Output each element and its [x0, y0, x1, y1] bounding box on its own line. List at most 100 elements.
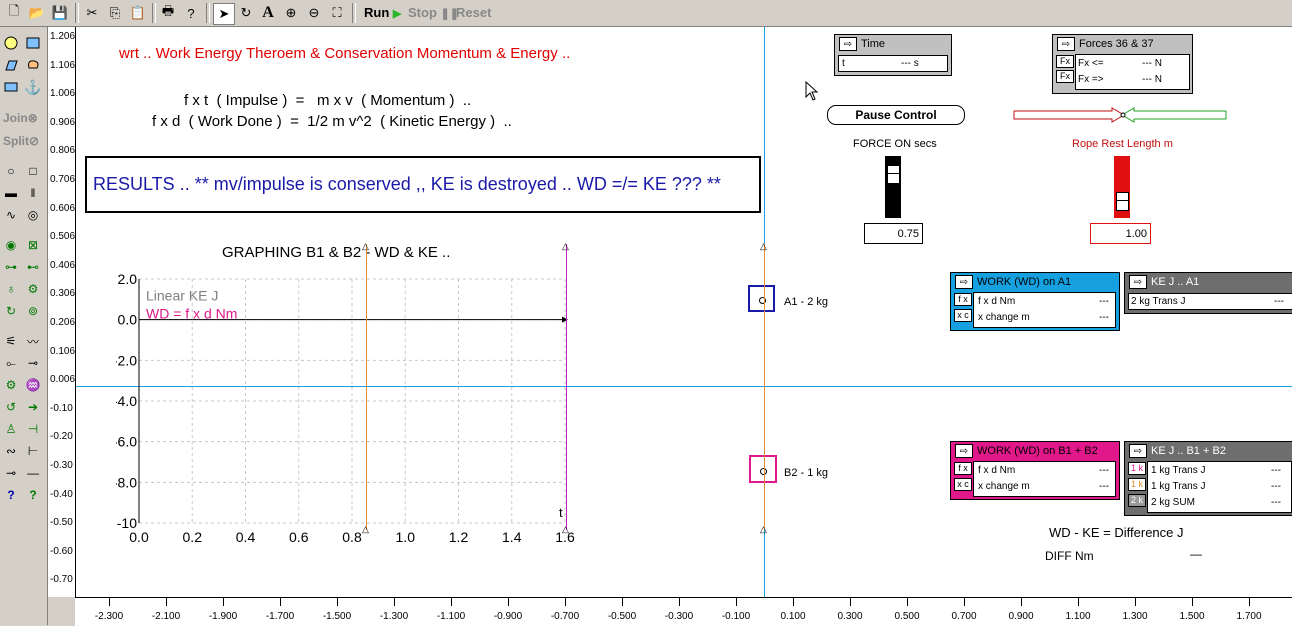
- work-b-fd-label: f x d Nm: [978, 465, 1016, 476]
- cut-icon[interactable]: ✂: [82, 3, 102, 23]
- ke-tag: 1 k: [1128, 478, 1146, 491]
- rope-constraint-icon[interactable]: ⟜: [2, 354, 20, 372]
- help-icon[interactable]: ?: [181, 3, 201, 23]
- pin-joint-icon[interactable]: ◉: [2, 236, 20, 254]
- curved-slot-icon[interactable]: ♁: [2, 280, 20, 298]
- fx-tag: f x: [954, 293, 972, 306]
- text-tool-icon[interactable]: A: [258, 3, 278, 23]
- ruler-tick-label: -0.30: [50, 460, 73, 471]
- ruler-tick: [1135, 598, 1136, 606]
- time-meter-title: Time: [861, 38, 886, 50]
- paste-icon[interactable]: 📋: [128, 3, 148, 23]
- work-a1-meter[interactable]: ⇨ WORK (WD) on A1 f x x c f x d Nm --- x…: [950, 272, 1120, 331]
- print-icon[interactable]: 🖶: [158, 3, 178, 23]
- anchor-icon[interactable]: ⚓: [24, 78, 42, 96]
- keyed-curved-slot-icon[interactable]: ⚙: [24, 280, 42, 298]
- ruler-tick-label: -0.20: [50, 431, 73, 443]
- damper-icon[interactable]: ◎: [24, 206, 42, 224]
- arrow-right-icon[interactable]: ⇨: [955, 275, 973, 289]
- ke-a1-trans-label: 2 kg Trans J: [1131, 296, 1186, 307]
- join-button[interactable]: Join⊗: [3, 111, 38, 125]
- motor-constraint-icon[interactable]: ♒: [24, 376, 42, 394]
- triangle-marker-icon: △: [562, 524, 569, 534]
- square-tool-icon[interactable]: [2, 78, 20, 96]
- open-folder-icon[interactable]: 📂: [27, 3, 47, 23]
- rotate-icon[interactable]: ↻: [236, 3, 256, 23]
- arrow-right-icon[interactable]: ⇨: [955, 444, 973, 458]
- pointer-icon[interactable]: ➤: [213, 3, 235, 25]
- actuator-icon[interactable]: ➔: [24, 398, 42, 416]
- force-on-slider-thumb[interactable]: [887, 165, 900, 184]
- x-tick-label: 1.2: [449, 529, 469, 545]
- zoom-out-icon[interactable]: ⊖: [304, 3, 324, 23]
- spring-constraint-icon[interactable]: ⚟: [2, 332, 20, 350]
- circle-tool-icon[interactable]: [2, 34, 20, 52]
- slot-joint-icon[interactable]: ⊶: [2, 258, 20, 276]
- reset-button[interactable]: Reset: [456, 5, 491, 20]
- help-green-icon[interactable]: ?: [24, 486, 42, 504]
- keyed-slot-icon[interactable]: ⊷: [24, 258, 42, 276]
- help-question-icon[interactable]: ?: [2, 486, 20, 504]
- zoom-in-icon[interactable]: ⊕: [281, 3, 301, 23]
- copy-icon[interactable]: ⎘: [105, 3, 125, 23]
- rotation-motor-icon[interactable]: ↺: [2, 398, 20, 416]
- ruler-tick-label: -0.10: [50, 402, 73, 414]
- separator-icon[interactable]: ∾: [2, 442, 20, 460]
- ke-tag: 1 k: [1128, 462, 1146, 475]
- pause-control-button[interactable]: Pause Control: [827, 105, 965, 125]
- rod-icon[interactable]: ▬: [2, 184, 20, 202]
- gear-icon[interactable]: ⚙: [2, 376, 20, 394]
- ruler-tick-label: 0.300: [837, 611, 863, 622]
- rope-slider-thumb[interactable]: [1116, 192, 1129, 211]
- motor-icon[interactable]: ↻: [2, 302, 20, 320]
- ke-tag: 2 k: [1128, 494, 1146, 507]
- triangle-marker-icon: △: [562, 241, 569, 251]
- rope-icon[interactable]: ‖: [24, 184, 42, 202]
- arrow-right-icon[interactable]: ⇨: [1057, 37, 1075, 51]
- workspace-canvas[interactable]: wrt .. Work Energy Theroem & Conservatio…: [76, 27, 1292, 597]
- text-box-icon[interactable]: —: [24, 464, 42, 482]
- run-button[interactable]: Run ▶: [364, 5, 401, 20]
- ke-a1-meter[interactable]: ⇨ KE J .. A1 2 kg Trans J ---: [1124, 272, 1292, 314]
- rigid-joint-icon[interactable]: ⊠: [24, 236, 42, 254]
- slider-control-icon[interactable]: ⊸: [2, 464, 20, 482]
- pulley-icon[interactable]: ⊸: [24, 354, 42, 372]
- force-icon[interactable]: ♙: [2, 420, 20, 438]
- ruler-tick-label: 1.500: [1179, 611, 1205, 622]
- x-tick-label: 1.0: [396, 529, 416, 545]
- arrow-right-icon[interactable]: ⇨: [1129, 444, 1147, 458]
- forces-meter[interactable]: ⇨ Forces 36 & 37 Fx Fx Fx <= --- N Fx =>…: [1052, 34, 1193, 94]
- point-element-icon[interactable]: ○: [2, 162, 20, 180]
- zoom-fit-icon[interactable]: ⛶: [327, 3, 347, 23]
- x-tick-label: 0.6: [289, 529, 309, 545]
- rectangle-tool-icon[interactable]: [24, 34, 42, 52]
- damper-constraint-icon[interactable]: 〰: [24, 332, 42, 350]
- button-control-icon[interactable]: ⊢: [24, 442, 42, 460]
- rotational-spring-icon[interactable]: ⊚: [24, 302, 42, 320]
- ruler-tick-label: 0.506: [50, 231, 76, 243]
- spring-icon[interactable]: ∿: [2, 206, 20, 224]
- work-a1-xc-label: x change m: [978, 312, 1030, 323]
- polygon-tool-icon[interactable]: [2, 56, 20, 74]
- work-b-meter[interactable]: ⇨ WORK (WD) on B1 + B2 f x x c f x d Nm …: [950, 441, 1120, 500]
- arrow-right-icon[interactable]: ⇨: [839, 37, 857, 51]
- rope-length-value[interactable]: 1.00: [1090, 223, 1151, 244]
- xc-tag: x c: [954, 309, 972, 322]
- ruler-tick-label: 1.700: [1236, 611, 1262, 622]
- new-file-icon[interactable]: 🗋: [4, 3, 24, 23]
- square-point-icon[interactable]: □: [24, 162, 42, 180]
- split-button[interactable]: Split⊘: [3, 134, 39, 148]
- torque-icon[interactable]: ⊣: [24, 420, 42, 438]
- arrow-right-icon[interactable]: ⇨: [1129, 275, 1147, 289]
- curved-body-tool-icon[interactable]: [24, 56, 42, 74]
- time-meter[interactable]: ⇨ Time t --- s: [834, 34, 952, 76]
- force-on-value[interactable]: 0.75: [864, 223, 923, 244]
- ruler-tick: [565, 598, 566, 606]
- ke-b-meter[interactable]: ⇨ KE J .. B1 + B2 1 k 1 k 2 k 1 kg Trans…: [1124, 441, 1292, 516]
- ruler-tick-label: -0.500: [607, 611, 637, 622]
- save-icon[interactable]: 💾: [50, 3, 70, 23]
- ke-sum-label: 2 kg SUM: [1151, 497, 1195, 508]
- stop-button[interactable]: Stop ❚❚: [408, 5, 459, 20]
- ruler-tick-label: -0.60: [50, 545, 73, 557]
- ruler-tick: [280, 598, 281, 606]
